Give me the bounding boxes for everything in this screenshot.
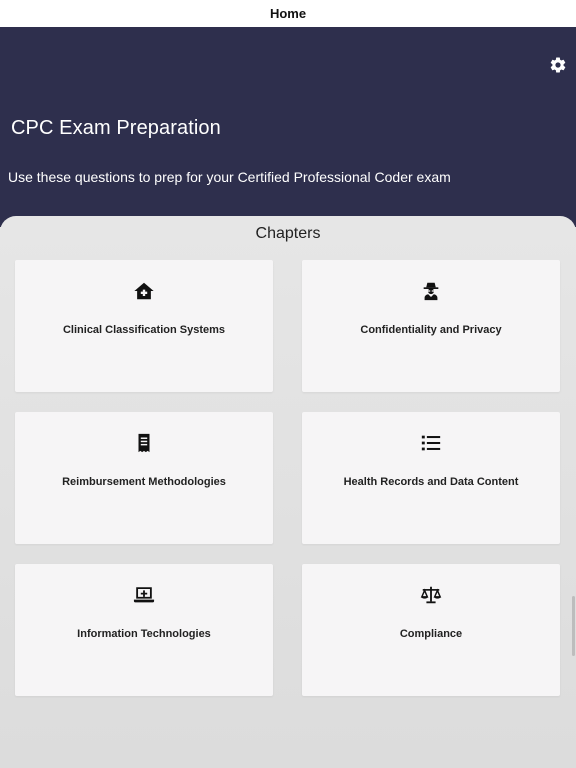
page-title: CPC Exam Preparation xyxy=(11,117,221,139)
list-icon xyxy=(420,432,442,454)
gear-icon[interactable] xyxy=(549,56,567,74)
chapter-card-label: Compliance xyxy=(399,628,463,640)
chapters-heading: Chapters xyxy=(255,225,321,242)
chapter-card-label: Confidentiality and Privacy xyxy=(360,324,502,336)
user-secret-icon xyxy=(420,280,442,302)
chapter-card-clinical-classification[interactable]: Clinical Classification Systems xyxy=(15,260,273,392)
chapter-card-confidentiality[interactable]: Confidentiality and Privacy xyxy=(302,260,560,392)
chapter-card-reimbursement[interactable]: Reimbursement Methodologies xyxy=(15,412,273,544)
chapter-card-information-technologies[interactable]: Information Technologies xyxy=(15,564,273,696)
laptop-medical-icon xyxy=(133,584,155,606)
nav-title: Home xyxy=(269,6,307,21)
page-subtitle: Use these questions to prep for your Cer… xyxy=(8,169,451,185)
chapter-card-label: Clinical Classification Systems xyxy=(62,324,225,336)
chapter-card-label: Information Technologies xyxy=(77,628,211,640)
chapter-card-label: Reimbursement Methodologies xyxy=(62,476,226,488)
hero-banner: CPC Exam Preparation Use these questions… xyxy=(0,27,576,227)
chapter-card-label: Health Records and Data Content xyxy=(343,476,519,488)
chapter-card-compliance[interactable]: Compliance xyxy=(302,564,560,696)
scrollbar[interactable] xyxy=(572,596,575,656)
chapters-panel: Chapters Clinical Classification Systems… xyxy=(0,216,576,768)
balance-scale-icon xyxy=(420,584,442,606)
chapter-card-health-records[interactable]: Health Records and Data Content xyxy=(302,412,560,544)
receipt-icon xyxy=(133,432,155,454)
hospital-house-icon xyxy=(133,280,155,302)
nav-bar: Home xyxy=(0,0,576,27)
